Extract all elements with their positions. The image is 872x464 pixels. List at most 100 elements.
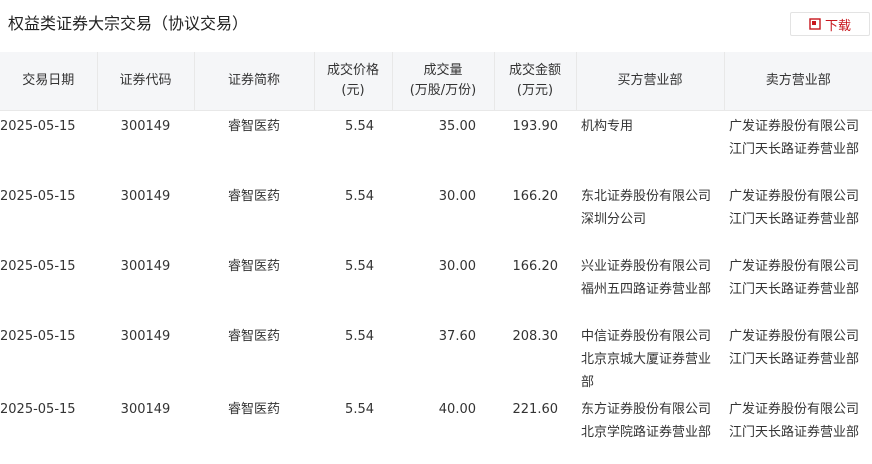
trade-price-cell-text: 5.54 <box>345 258 374 274</box>
security-name-cell: 睿智医药 <box>194 111 314 181</box>
security-code-cell: 300149 <box>97 111 194 181</box>
security-name-cell-text: 睿智医药 <box>227 258 280 274</box>
trade-date-cell: 2025-05-15 <box>0 394 97 464</box>
seller-branch-cell-text: 广发证券股份有限公司江门天长路证券营业部 <box>729 258 860 297</box>
column-header-trade-volume: 成交量 (万股/万份) <box>392 52 495 111</box>
trade-date-cell: 2025-05-15 <box>0 251 97 321</box>
security-name-cell-text: 睿智医药 <box>227 401 280 417</box>
buyer-branch-cell-text: 东北证券股份有限公司深圳分公司 <box>581 188 712 227</box>
trade-volume-cell: 35.00 <box>392 111 494 181</box>
trade-amount-cell: 166.20 <box>494 181 576 251</box>
security-code-cell-text: 300149 <box>120 258 171 274</box>
column-header-buyer-branch: 买方营业部 <box>576 52 725 111</box>
column-header-label: 证券简称 <box>227 73 280 88</box>
column-header-security-code: 证券代码 <box>97 52 195 111</box>
security-code-cell: 300149 <box>97 181 194 251</box>
trade-price-cell: 5.54 <box>314 111 392 181</box>
trade-amount-cell: 193.90 <box>494 111 576 181</box>
buyer-branch-cell-text: 中信证券股份有限公司北京京城大厦证券营业部 <box>581 328 712 390</box>
trade-amount-cell-text: 221.60 <box>512 401 559 417</box>
download-button[interactable]: 下载 <box>790 12 870 36</box>
trade-amount-cell-text: 193.90 <box>512 119 559 134</box>
security-name-cell-text: 睿智医药 <box>227 328 280 344</box>
security-code-cell-text: 300149 <box>120 328 171 344</box>
table-body: 2025-05-15 300149 睿智医药 5.54 35.00 193.90 机构专用广… <box>0 111 872 464</box>
download-icon <box>809 18 821 30</box>
trade-date-cell-text: 2025-05-15 <box>0 188 76 204</box>
security-name-cell: 睿智医药 <box>194 251 314 321</box>
trade-price-cell: 5.54 <box>314 181 392 251</box>
table-row: 2025-05-15 300149 睿智医药 5.54 40.00 221.60 东方证券股… <box>0 394 872 464</box>
column-header-label: 成交量 <box>423 63 463 78</box>
buyer-branch-cell: 兴业证券股份有限公司福州五四路证券营业部 <box>576 251 724 321</box>
trade-amount-cell: 221.60 <box>494 394 576 464</box>
security-name-cell: 睿智医药 <box>194 394 314 464</box>
column-header-security-name: 证券简称 <box>194 52 315 111</box>
trade-volume-cell-text: 40.00 <box>438 401 476 417</box>
buyer-branch-cell-text: 兴业证券股份有限公司福州五四路证券营业部 <box>581 258 712 297</box>
security-name-cell: 睿智医药 <box>194 321 314 394</box>
column-header-seller-branch: 卖方营业部 <box>724 52 872 111</box>
trade-volume-cell: 37.60 <box>392 321 494 394</box>
trade-amount-cell: 208.30 <box>494 321 576 394</box>
trade-volume-cell-text: 30.00 <box>438 258 476 274</box>
seller-branch-cell-text: 广发证券股份有限公司江门天长路证券营业部 <box>729 119 860 157</box>
seller-branch-cell-text: 广发证券股份有限公司江门天长路证券营业部 <box>729 328 860 367</box>
column-header-unit: (元) <box>341 83 365 98</box>
security-code-cell-text: 300149 <box>120 401 171 417</box>
security-code-cell: 300149 <box>97 251 194 321</box>
security-name-cell-text: 睿智医药 <box>227 188 280 204</box>
seller-branch-cell-text: 广发证券股份有限公司江门天长路证券营业部 <box>729 401 860 440</box>
download-label: 下载 <box>824 18 851 34</box>
table-row: 2025-05-15 300149 睿智医药 5.54 30.00 166.20 兴业证券股… <box>0 251 872 321</box>
column-header-unit: (万元) <box>516 83 554 98</box>
trade-price-cell-text: 5.54 <box>345 328 374 344</box>
security-code-cell: 300149 <box>97 394 194 464</box>
trade-date-cell-text: 2025-05-15 <box>0 401 76 417</box>
column-header-trade-price: 成交价格 (元) <box>314 52 393 111</box>
trade-date-cell-text: 2025-05-15 <box>0 258 76 274</box>
security-code-cell-text: 300149 <box>120 119 171 134</box>
trade-price-cell-text: 5.54 <box>345 401 374 417</box>
buyer-branch-cell: 东方证券股份有限公司北京学院路证券营业部 <box>576 394 724 464</box>
trade-volume-cell-text: 37.60 <box>438 328 476 344</box>
title-bar: 权益类证券大宗交易（协议交易） 下载 <box>0 0 872 50</box>
buyer-branch-cell: 中信证券股份有限公司北京京城大厦证券营业部 <box>576 321 724 394</box>
block-trade-table: 交易日期 证券代码 证券简称 成交价格 (元) 成交量 (万股/万份) 成交金额 (万元) 买方营… <box>0 52 872 464</box>
column-header-trade-date: 交易日期 <box>0 52 98 111</box>
trade-date-cell-text: 2025-05-15 <box>0 328 76 344</box>
seller-branch-cell: 广发证券股份有限公司江门天长路证券营业部 <box>724 251 872 321</box>
column-header-label: 成交价格 <box>326 63 379 78</box>
trade-price-cell: 5.54 <box>314 321 392 394</box>
seller-branch-cell: 广发证券股份有限公司江门天长路证券营业部 <box>724 111 872 181</box>
trade-amount-cell-text: 166.20 <box>512 258 559 274</box>
trade-volume-cell-text: 35.00 <box>438 119 476 134</box>
trade-date-cell: 2025-05-15 <box>0 111 97 181</box>
trade-volume-cell: 30.00 <box>392 251 494 321</box>
trade-date-cell-text: 2025-05-15 <box>0 119 76 134</box>
trade-price-cell-text: 5.54 <box>345 119 374 134</box>
trade-date-cell: 2025-05-15 <box>0 181 97 251</box>
trade-price-cell: 5.54 <box>314 394 392 464</box>
page-title: 权益类证券大宗交易（协议交易） <box>8 14 249 33</box>
table-row: 2025-05-15 300149 睿智医药 5.54 30.00 166.20 东北证券股… <box>0 181 872 251</box>
buyer-branch-cell: 机构专用 <box>576 111 724 181</box>
column-header-label: 交易日期 <box>22 73 75 88</box>
trade-date-cell: 2025-05-15 <box>0 321 97 394</box>
security-code-cell: 300149 <box>97 321 194 394</box>
trade-price-cell-text: 5.54 <box>345 188 374 204</box>
trade-volume-cell: 30.00 <box>392 181 494 251</box>
security-code-cell-text: 300149 <box>120 188 171 204</box>
column-header-trade-amount: 成交金额 (万元) <box>494 52 577 111</box>
buyer-branch-cell-text: 机构专用 <box>581 119 634 134</box>
trade-amount-cell-text: 166.20 <box>512 188 559 204</box>
seller-branch-cell: 广发证券股份有限公司江门天长路证券营业部 <box>724 394 872 464</box>
security-name-cell-text: 睿智医药 <box>227 119 280 134</box>
buyer-branch-cell-text: 东方证券股份有限公司北京学院路证券营业部 <box>581 401 712 440</box>
table-header-row: 交易日期 证券代码 证券简称 成交价格 (元) 成交量 (万股/万份) 成交金额 (万元) 买方营… <box>0 52 872 111</box>
seller-branch-cell: 广发证券股份有限公司江门天长路证券营业部 <box>724 181 872 251</box>
column-header-label: 成交金额 <box>508 63 561 78</box>
column-header-unit: (万股/万份) <box>409 83 477 98</box>
security-name-cell: 睿智医药 <box>194 181 314 251</box>
column-header-label: 证券代码 <box>119 73 172 88</box>
